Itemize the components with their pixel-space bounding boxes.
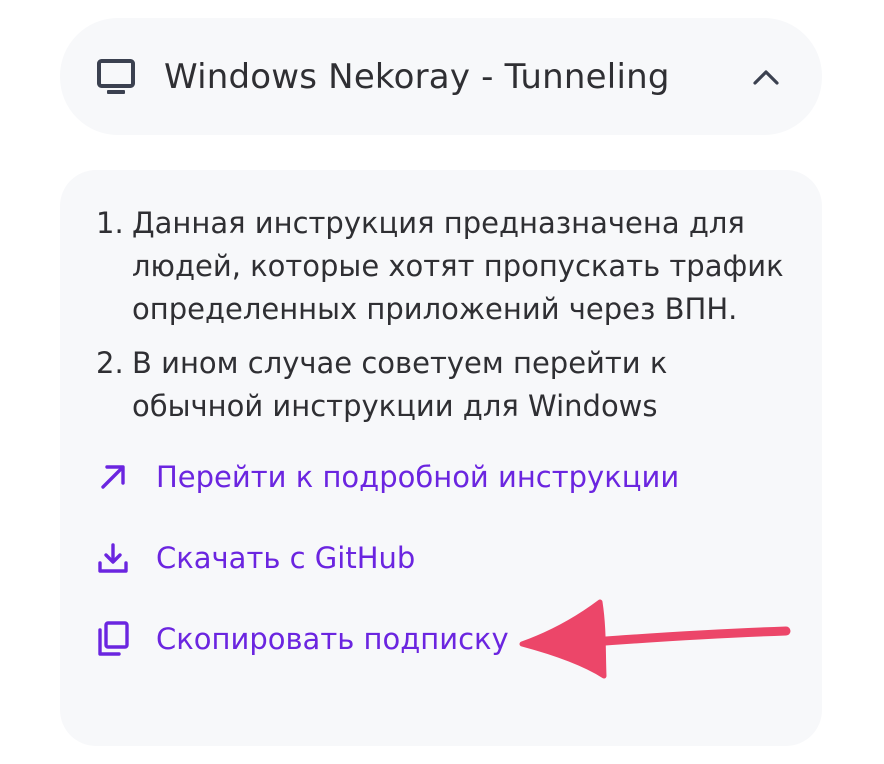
copy-subscription-link[interactable]: Скопировать подписку	[96, 621, 509, 656]
accordion-header[interactable]: Windows Nekoray - Tunneling	[60, 18, 822, 135]
chevron-up-icon[interactable]	[752, 63, 780, 91]
monitor-icon	[96, 57, 136, 97]
step-text: Данная инструкция предназначена для люде…	[132, 206, 784, 326]
instruction-step: 2. В ином случае советуем перейти к обыч…	[96, 342, 786, 428]
download-github-link[interactable]: Скачать с GitHub	[96, 541, 415, 575]
step-number: 2.	[96, 346, 124, 380]
instruction-step: 1. Данная инструкция предназначена для л…	[96, 202, 786, 331]
download-label: Скачать с GitHub	[156, 541, 416, 575]
copy-icon	[96, 621, 130, 656]
copy-subscription-label: Скопировать подписку	[156, 622, 509, 656]
instruction-steps: 1. Данная инструкция предназначена для л…	[96, 202, 786, 439]
download-icon	[96, 541, 130, 575]
open-guide-link[interactable]: Перейти к подробной инструкции	[96, 460, 679, 494]
step-number: 1.	[96, 206, 124, 240]
accordion-title: Windows Nekoray - Tunneling	[164, 56, 670, 97]
step-text: В ином случае советуем перейти к обычной…	[132, 346, 668, 423]
open-guide-label: Перейти к подробной инструкции	[156, 460, 680, 494]
arrow-up-right-icon	[96, 460, 130, 494]
pointer-arrow-icon	[519, 599, 791, 679]
